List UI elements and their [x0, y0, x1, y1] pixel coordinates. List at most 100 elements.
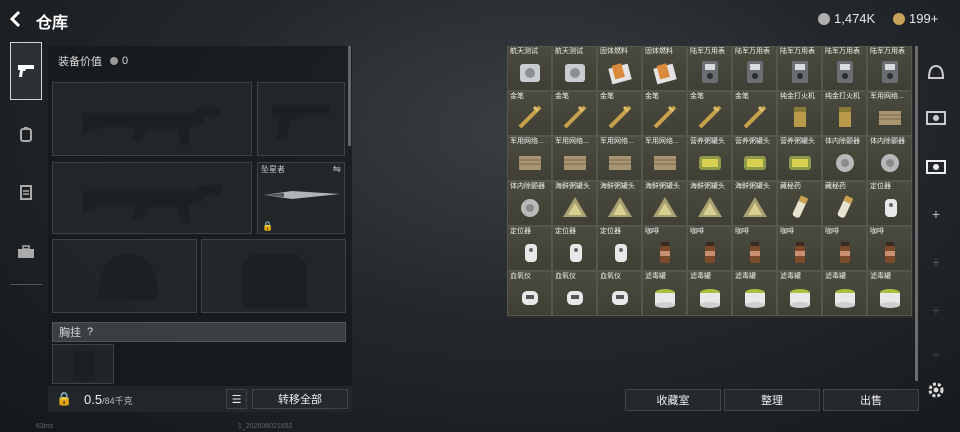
lock-icon[interactable]: 🔒 [56, 391, 72, 407]
inventory-cell[interactable]: 固体燃料 [597, 46, 642, 91]
currency-gold[interactable]: 199+ [893, 11, 938, 26]
inventory-cell[interactable]: 金笔 [642, 91, 687, 136]
inventory-cell[interactable]: 滤毒罐 [822, 271, 867, 316]
inventory-cell[interactable]: 咖啡 [822, 226, 867, 271]
inventory-cell[interactable]: 体内除颤器 [867, 136, 912, 181]
inventory-cell[interactable]: 营养粥罐头 [777, 136, 822, 181]
currency-gold-value: 199+ [909, 11, 939, 26]
tab-weapons[interactable] [10, 42, 42, 100]
inventory-cell[interactable]: 军用网络... [552, 136, 597, 181]
item-name: 咖啡 [735, 228, 749, 235]
inventory-cell[interactable]: 军用网络... [507, 136, 552, 181]
inventory-cell[interactable]: 金笔 [507, 91, 552, 136]
pistol-slot[interactable] [257, 82, 345, 156]
inventory-cell[interactable]: 海鲜粥罐头 [597, 181, 642, 226]
oximeter-icon [516, 283, 544, 311]
inventory-cell[interactable]: 固体燃料 [642, 46, 687, 91]
inventory-cell[interactable]: 滤毒罐 [642, 271, 687, 316]
secondary-weapon-slot[interactable] [52, 162, 252, 234]
inventory-cell[interactable]: 咖啡 [687, 226, 732, 271]
settings-gear-icon[interactable] [922, 376, 950, 404]
inventory-cell[interactable]: 滤毒罐 [777, 271, 822, 316]
item-name: 军用网络... [510, 138, 544, 145]
coffee-icon [876, 238, 904, 266]
helmet-tab-icon[interactable] [922, 58, 950, 86]
inventory-cell[interactable]: 海鲜粥罐头 [552, 181, 597, 226]
inventory-cell[interactable]: 血氧仪 [507, 271, 552, 316]
gold-pen-icon [741, 103, 769, 131]
sell-button[interactable]: 出售 [823, 389, 919, 411]
back-arrow-icon[interactable] [8, 10, 28, 28]
chest-rig-header[interactable]: 胸挂 ? [52, 322, 346, 342]
inventory-cell[interactable]: 咖啡 [777, 226, 822, 271]
add-tab-button[interactable]: + [922, 200, 950, 228]
help-icon[interactable]: ? [87, 326, 93, 338]
inventory-cell[interactable]: 咖啡 [642, 226, 687, 271]
inventory-cell[interactable]: 军用网络... [597, 136, 642, 181]
lock-icon: 🔒 [262, 221, 274, 231]
chest-rig-slot[interactable] [52, 344, 114, 384]
inventory-cell[interactable]: 咖啡 [867, 226, 912, 271]
tab-backpack[interactable] [10, 112, 42, 156]
tab-clipboard[interactable] [10, 170, 42, 214]
inventory-cell[interactable]: 军用网络... [867, 91, 912, 136]
inventory-cell[interactable]: 血氧仪 [597, 271, 642, 316]
inventory-cell[interactable]: 陆军万用表 [867, 46, 912, 91]
inventory-cell[interactable]: 营养粥罐头 [732, 136, 777, 181]
inventory-cell[interactable]: 海鲜粥罐头 [732, 181, 777, 226]
inventory-cell[interactable]: 航天测试 [552, 46, 597, 91]
inventory-cell[interactable]: 体内除颤器 [822, 136, 867, 181]
inventory-cell[interactable]: 陆军万用表 [822, 46, 867, 91]
transfer-all-button[interactable]: 转移全部 [252, 389, 348, 409]
inventory-cell[interactable]: 体内除颤器 [507, 181, 552, 226]
add-tab-button[interactable]: + [922, 340, 950, 368]
inventory-cell[interactable]: 纯金打火机 [822, 91, 867, 136]
inventory-cell[interactable]: 海鲜粥罐头 [642, 181, 687, 226]
collection-room-button[interactable]: 收藏室 [625, 389, 721, 411]
scrollbar[interactable] [915, 46, 918, 381]
sort-button[interactable]: 整理 [724, 389, 820, 411]
list-view-button[interactable]: ☰ [226, 389, 247, 409]
item-name: 金笔 [690, 93, 704, 100]
locator-icon [561, 238, 589, 266]
armor-slot[interactable] [201, 239, 346, 313]
inventory-cell[interactable]: 营养粥罐头 [687, 136, 732, 181]
helmet-slot[interactable] [52, 239, 197, 313]
inventory-cell[interactable]: 金笔 [552, 91, 597, 136]
inventory-cell[interactable]: 陆军万用表 [777, 46, 822, 91]
inventory-cell[interactable]: 金笔 [687, 91, 732, 136]
inventory-cell[interactable]: 纯金打火机 [777, 91, 822, 136]
primary-weapon-slot[interactable] [52, 82, 252, 156]
item-name: 陆军万用表 [735, 48, 770, 55]
inventory-cell[interactable]: 血氧仪 [552, 271, 597, 316]
inventory-cell[interactable]: 金笔 [597, 91, 642, 136]
inventory-cell[interactable]: 陆军万用表 [732, 46, 777, 91]
melee-slot[interactable]: 坠星者 ⇋ 🔒 [257, 162, 345, 234]
tab-toolbox[interactable] [10, 230, 42, 274]
inventory-cell[interactable]: 藏秘药 [822, 181, 867, 226]
inventory-cell[interactable]: 陆军万用表 [687, 46, 732, 91]
inventory-cell[interactable]: 咖啡 [732, 226, 777, 271]
scrollbar[interactable] [348, 46, 351, 146]
inventory-cell[interactable]: 滤毒罐 [867, 271, 912, 316]
inventory-cell[interactable]: 滤毒罐 [732, 271, 777, 316]
swap-icon[interactable]: ⇋ [333, 164, 341, 175]
item-name: 咖啡 [870, 228, 884, 235]
inventory-cell[interactable]: 海鲜粥罐头 [687, 181, 732, 226]
equipment-value-label: 装备价值 [58, 56, 102, 68]
inventory-cell[interactable]: 金笔 [732, 91, 777, 136]
inventory-cell[interactable]: 定位器 [597, 226, 642, 271]
add-tab-button[interactable]: + [922, 296, 950, 324]
inventory-cell[interactable]: 定位器 [867, 181, 912, 226]
add-tab-button[interactable]: + [922, 248, 950, 276]
inventory-cell[interactable]: 滤毒罐 [687, 271, 732, 316]
tv-tab-icon[interactable] [922, 152, 950, 180]
inventory-cell[interactable]: 军用网络... [642, 136, 687, 181]
inventory-cell[interactable]: 定位器 [552, 226, 597, 271]
currency-silver[interactable]: 1,474K [818, 11, 875, 26]
card-tab-icon[interactable] [922, 104, 950, 132]
inventory-cell[interactable]: 定位器 [507, 226, 552, 271]
inventory-cell[interactable]: 航天测试 [507, 46, 552, 91]
inventory-cell[interactable]: 藏秘药 [777, 181, 822, 226]
pistol-silhouette-icon [272, 105, 330, 139]
